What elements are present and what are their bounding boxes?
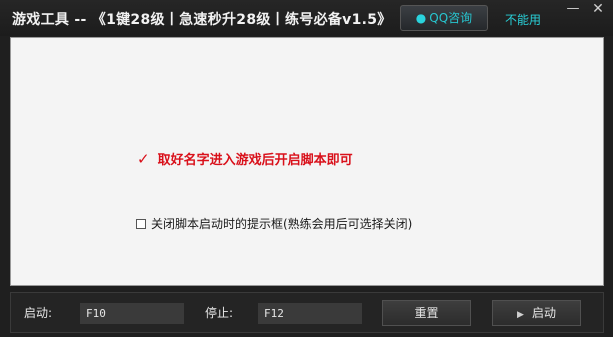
close-button[interactable]: ✕ — [588, 2, 608, 18]
disable-prompt-label: 关闭脚本启动时的提示框(熟练会用后可选择关闭) — [151, 217, 413, 231]
start-hotkey-field[interactable]: F10 — [80, 303, 184, 324]
notice-text: 取好名字进入游戏后开启脚本即可 — [157, 153, 353, 168]
disable-prompt-option[interactable]: 关闭脚本启动时的提示框(熟练会用后可选择关闭) — [136, 215, 412, 232]
launch-label: 启动 — [531, 306, 556, 320]
minimize-button[interactable]: — — [563, 2, 583, 18]
reset-button[interactable]: 重置 — [382, 300, 471, 326]
stop-hotkey-field[interactable]: F12 — [258, 303, 362, 324]
check-icon: ✓ — [137, 150, 150, 168]
stop-hotkey-label: 停止: — [205, 306, 234, 320]
disable-prompt-checkbox[interactable] — [136, 218, 146, 229]
qq-consult-button[interactable]: ● QQ咨询 — [400, 5, 488, 31]
title-bar: 游戏工具 -- 《1键28级丨急速秒升28级丨练号必备v1.5》 ● QQ咨询 不… — [0, 0, 613, 36]
launch-button[interactable]: ▶ 启动 — [492, 300, 581, 326]
main-panel: ✓ 取好名字进入游戏后开启脚本即可 关闭脚本启动时的提示框(熟练会用后可选择关闭) — [10, 37, 604, 286]
play-icon: ▶ — [517, 310, 524, 320]
qq-penguin-icon: ● — [415, 11, 427, 25]
window-title: 游戏工具 -- 《1键28级丨急速秒升28级丨练号必备v1.5》 — [12, 12, 392, 28]
start-hotkey-label: 启动: — [24, 306, 53, 320]
disabled-link[interactable]: 不能用 — [505, 11, 541, 28]
notice-message: ✓ 取好名字进入游戏后开启脚本即可 — [137, 149, 353, 168]
qq-consult-label: QQ咨询 — [429, 11, 473, 25]
